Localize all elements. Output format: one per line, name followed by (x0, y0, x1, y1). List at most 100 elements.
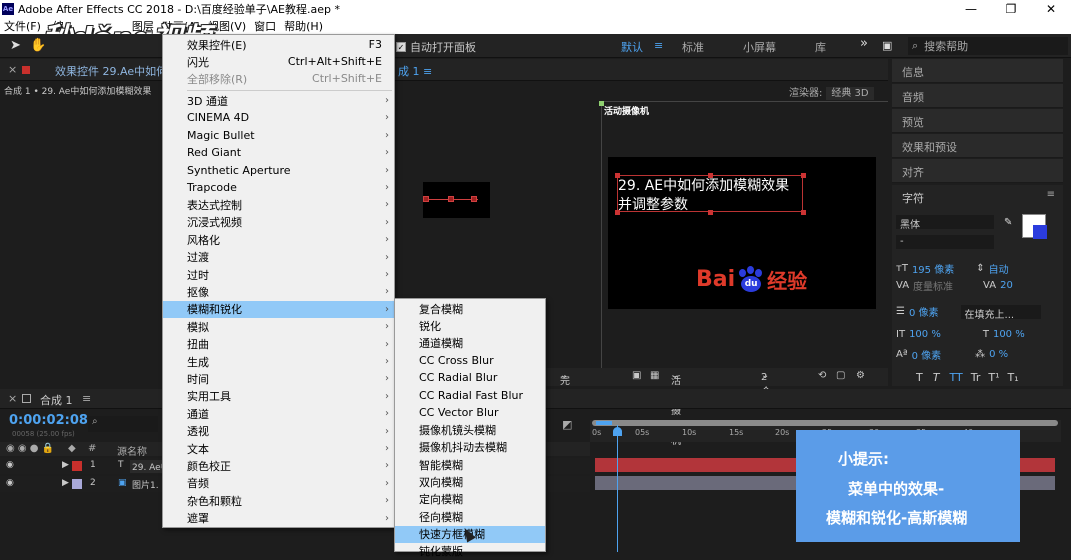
playhead-handle[interactable] (613, 427, 622, 436)
faux-italic-button[interactable]: T (933, 371, 940, 384)
all-caps-button[interactable]: TT (949, 371, 962, 384)
align-panel[interactable]: 对齐 (892, 159, 1063, 183)
close-timeline-icon[interactable]: × (8, 392, 17, 405)
menu-item-flash[interactable]: 闪光 Ctrl+Alt+Shift+E (163, 53, 394, 70)
menu-item-effect-category[interactable]: 通道 › (163, 405, 394, 422)
menu-item-blur-effect[interactable]: 定向模糊 (395, 491, 545, 508)
menu-item-blur-effect[interactable]: 钝化蒙版 (395, 543, 545, 560)
hand-tool-icon[interactable]: ✋ (30, 38, 46, 53)
renderer-info[interactable]: 渲染器: 经典 3D (789, 84, 874, 100)
menu-item-effect-category[interactable]: 表达式控制 › (163, 196, 394, 213)
menu-help[interactable]: 帮助(H) (280, 18, 327, 34)
resolution-dropdown[interactable]: 完整 ⌄ (560, 370, 570, 402)
kerning-value[interactable]: 度量标准 (913, 278, 953, 293)
font-style-dropdown[interactable]: - (896, 235, 994, 249)
horizontal-scale-value[interactable]: 100 % (993, 329, 1025, 340)
mid-handle[interactable] (448, 196, 454, 202)
close-button[interactable]: ✕ (1031, 0, 1071, 17)
menu-item-blur-effect[interactable]: CC Cross Blur (395, 352, 545, 369)
font-family-dropdown[interactable]: 黑体 (896, 215, 994, 231)
tracking-value[interactable]: 20 (1000, 280, 1013, 291)
stroke-color-swatch[interactable] (1033, 225, 1047, 239)
menu-item-blur-effect[interactable]: 锐化 (395, 317, 545, 334)
current-timecode[interactable]: 0:00:02:08 (9, 413, 88, 428)
baseline-shift-value[interactable]: 0 像素 (912, 347, 942, 362)
workspace-small-screen[interactable]: 小屏幕 (743, 39, 776, 55)
menu-item-blur-effect[interactable]: CC Radial Blur (395, 369, 545, 386)
eyedropper-icon[interactable]: ✎ (1004, 217, 1012, 228)
main-viewport[interactable]: 29. AE中如何添加模糊效果 并调整参数 Bai du 经验 (608, 157, 876, 309)
info-panel[interactable]: 信息 (892, 59, 1063, 83)
menu-item-effect-category[interactable]: Trapcode › (163, 179, 394, 196)
menu-item-blur-effect[interactable]: CC Vector Blur (395, 404, 545, 421)
menu-item-effect-category[interactable]: 沉浸式视频 › (163, 214, 394, 231)
selection-tool-icon[interactable]: ➤ (10, 38, 21, 53)
workspace-default[interactable]: 默认 (621, 39, 643, 55)
close-panel-icon[interactable]: × (8, 63, 17, 76)
menu-item-blur-effect[interactable]: CC Radial Fast Blur (395, 387, 545, 404)
menu-item-effect-category[interactable]: 过渡 › (163, 249, 394, 266)
faux-bold-button[interactable]: T (916, 371, 923, 384)
timeline-search-input[interactable]: ⌕ (88, 416, 158, 432)
menu-item-blur-effect[interactable]: 径向模糊 (395, 508, 545, 525)
menu-item-effect-category[interactable]: 时间 › (163, 370, 394, 387)
menu-item-effect-category[interactable]: Synthetic Aperture › (163, 162, 394, 179)
menu-item-remove-all[interactable]: 全部移除(R) Ctrl+Shift+E (163, 70, 394, 87)
menu-item-effect-category[interactable]: 透视 › (163, 423, 394, 440)
comp-flowchart-icon[interactable]: ◩ (562, 418, 572, 431)
menu-item-blur-effect[interactable]: 智能模糊 (395, 456, 545, 473)
show-channel-icon[interactable]: ⚙ (856, 370, 865, 381)
sync-icon[interactable]: ▣ (882, 39, 892, 52)
menu-item-effect-category[interactable]: 风格化 › (163, 231, 394, 248)
anchor-handle[interactable] (423, 196, 429, 202)
subscript-button[interactable]: T₁ (1007, 371, 1018, 384)
menu-item-effect-category[interactable]: 音频 › (163, 475, 394, 492)
menu-item-effect-category[interactable]: 文本 › (163, 440, 394, 457)
menu-item-effect-category[interactable]: 颜色校正 › (163, 457, 394, 474)
menu-item-effect-category[interactable]: 扭曲 › (163, 336, 394, 353)
menu-window[interactable]: 窗口 (250, 18, 280, 34)
menu-item-effect-category[interactable]: 3D 通道 › (163, 92, 394, 109)
workspace-libraries[interactable]: 库 (815, 39, 826, 55)
superscript-button[interactable]: T¹ (988, 371, 999, 384)
tsume-value[interactable]: 0 % (989, 349, 1008, 360)
region-icon[interactable]: ▣ (632, 370, 641, 381)
time-navigator[interactable] (592, 420, 1058, 426)
more-workspaces-icon[interactable]: » (860, 36, 868, 51)
camera-dropdown[interactable]: 活动摄像机 ⌄ (671, 370, 681, 447)
workspace-standard[interactable]: 标准 (682, 39, 704, 55)
transparency-grid-icon[interactable]: ▦ (650, 370, 659, 381)
timeline-tab-label[interactable]: 合成 1 (40, 392, 73, 408)
audio-panel[interactable]: 音频 (892, 84, 1063, 108)
end-handle[interactable] (471, 196, 477, 202)
menu-item-effect-category[interactable]: 杂色和颗粒 › (163, 492, 394, 509)
preview-panel[interactable]: 预览 (892, 109, 1063, 133)
menu-item-effect-category[interactable]: 生成 › (163, 353, 394, 370)
panel-menu-icon[interactable]: ≡ (1047, 189, 1055, 200)
restore-button[interactable]: ❐ (991, 0, 1031, 17)
small-caps-button[interactable]: Tr (971, 371, 981, 384)
view-layout-dropdown[interactable]: 2 个... ⌄ (761, 370, 781, 398)
auto-open-checkbox[interactable]: ✓ (396, 42, 406, 52)
menu-item-effect-category[interactable]: CINEMA 4D › (163, 109, 394, 126)
menu-item-effect-category[interactable]: 模拟 › (163, 318, 394, 335)
menu-item-blur-effect[interactable]: 摄像机镜头模糊 (395, 421, 545, 438)
menu-item-effect-category[interactable]: 遮罩 › (163, 510, 394, 527)
menu-item-effect-category[interactable]: 抠像 › (163, 283, 394, 300)
menu-item-effect-category[interactable]: Magic Bullet › (163, 127, 394, 144)
stroke-width-value[interactable]: 0 像素 (909, 304, 939, 319)
vertical-scale-value[interactable]: 100 % (909, 329, 941, 340)
font-size-value[interactable]: 195 像素 (912, 261, 954, 276)
leading-value[interactable]: 自动 (989, 261, 1009, 276)
menu-item-effect-category[interactable]: 实用工具 › (163, 388, 394, 405)
help-search-input[interactable]: ⌕ 搜索帮助 (908, 37, 1068, 55)
composition-tab[interactable]: 成 1 ≡ (398, 63, 432, 79)
minimize-button[interactable]: — (951, 0, 991, 17)
menu-item-blur-effect[interactable]: 复合模糊 (395, 300, 545, 317)
auto-open-panels[interactable]: ✓ 自动打开面板 (396, 39, 476, 55)
menu-item-blur-effect[interactable]: 双向模糊 (395, 474, 545, 491)
menu-item-effect-category[interactable]: 过时 › (163, 266, 394, 283)
workspace-menu-icon[interactable]: ≡ (654, 39, 663, 52)
snapshot-icon[interactable]: ▢ (836, 370, 845, 381)
menu-item-effect-category[interactable]: Red Giant › (163, 144, 394, 161)
